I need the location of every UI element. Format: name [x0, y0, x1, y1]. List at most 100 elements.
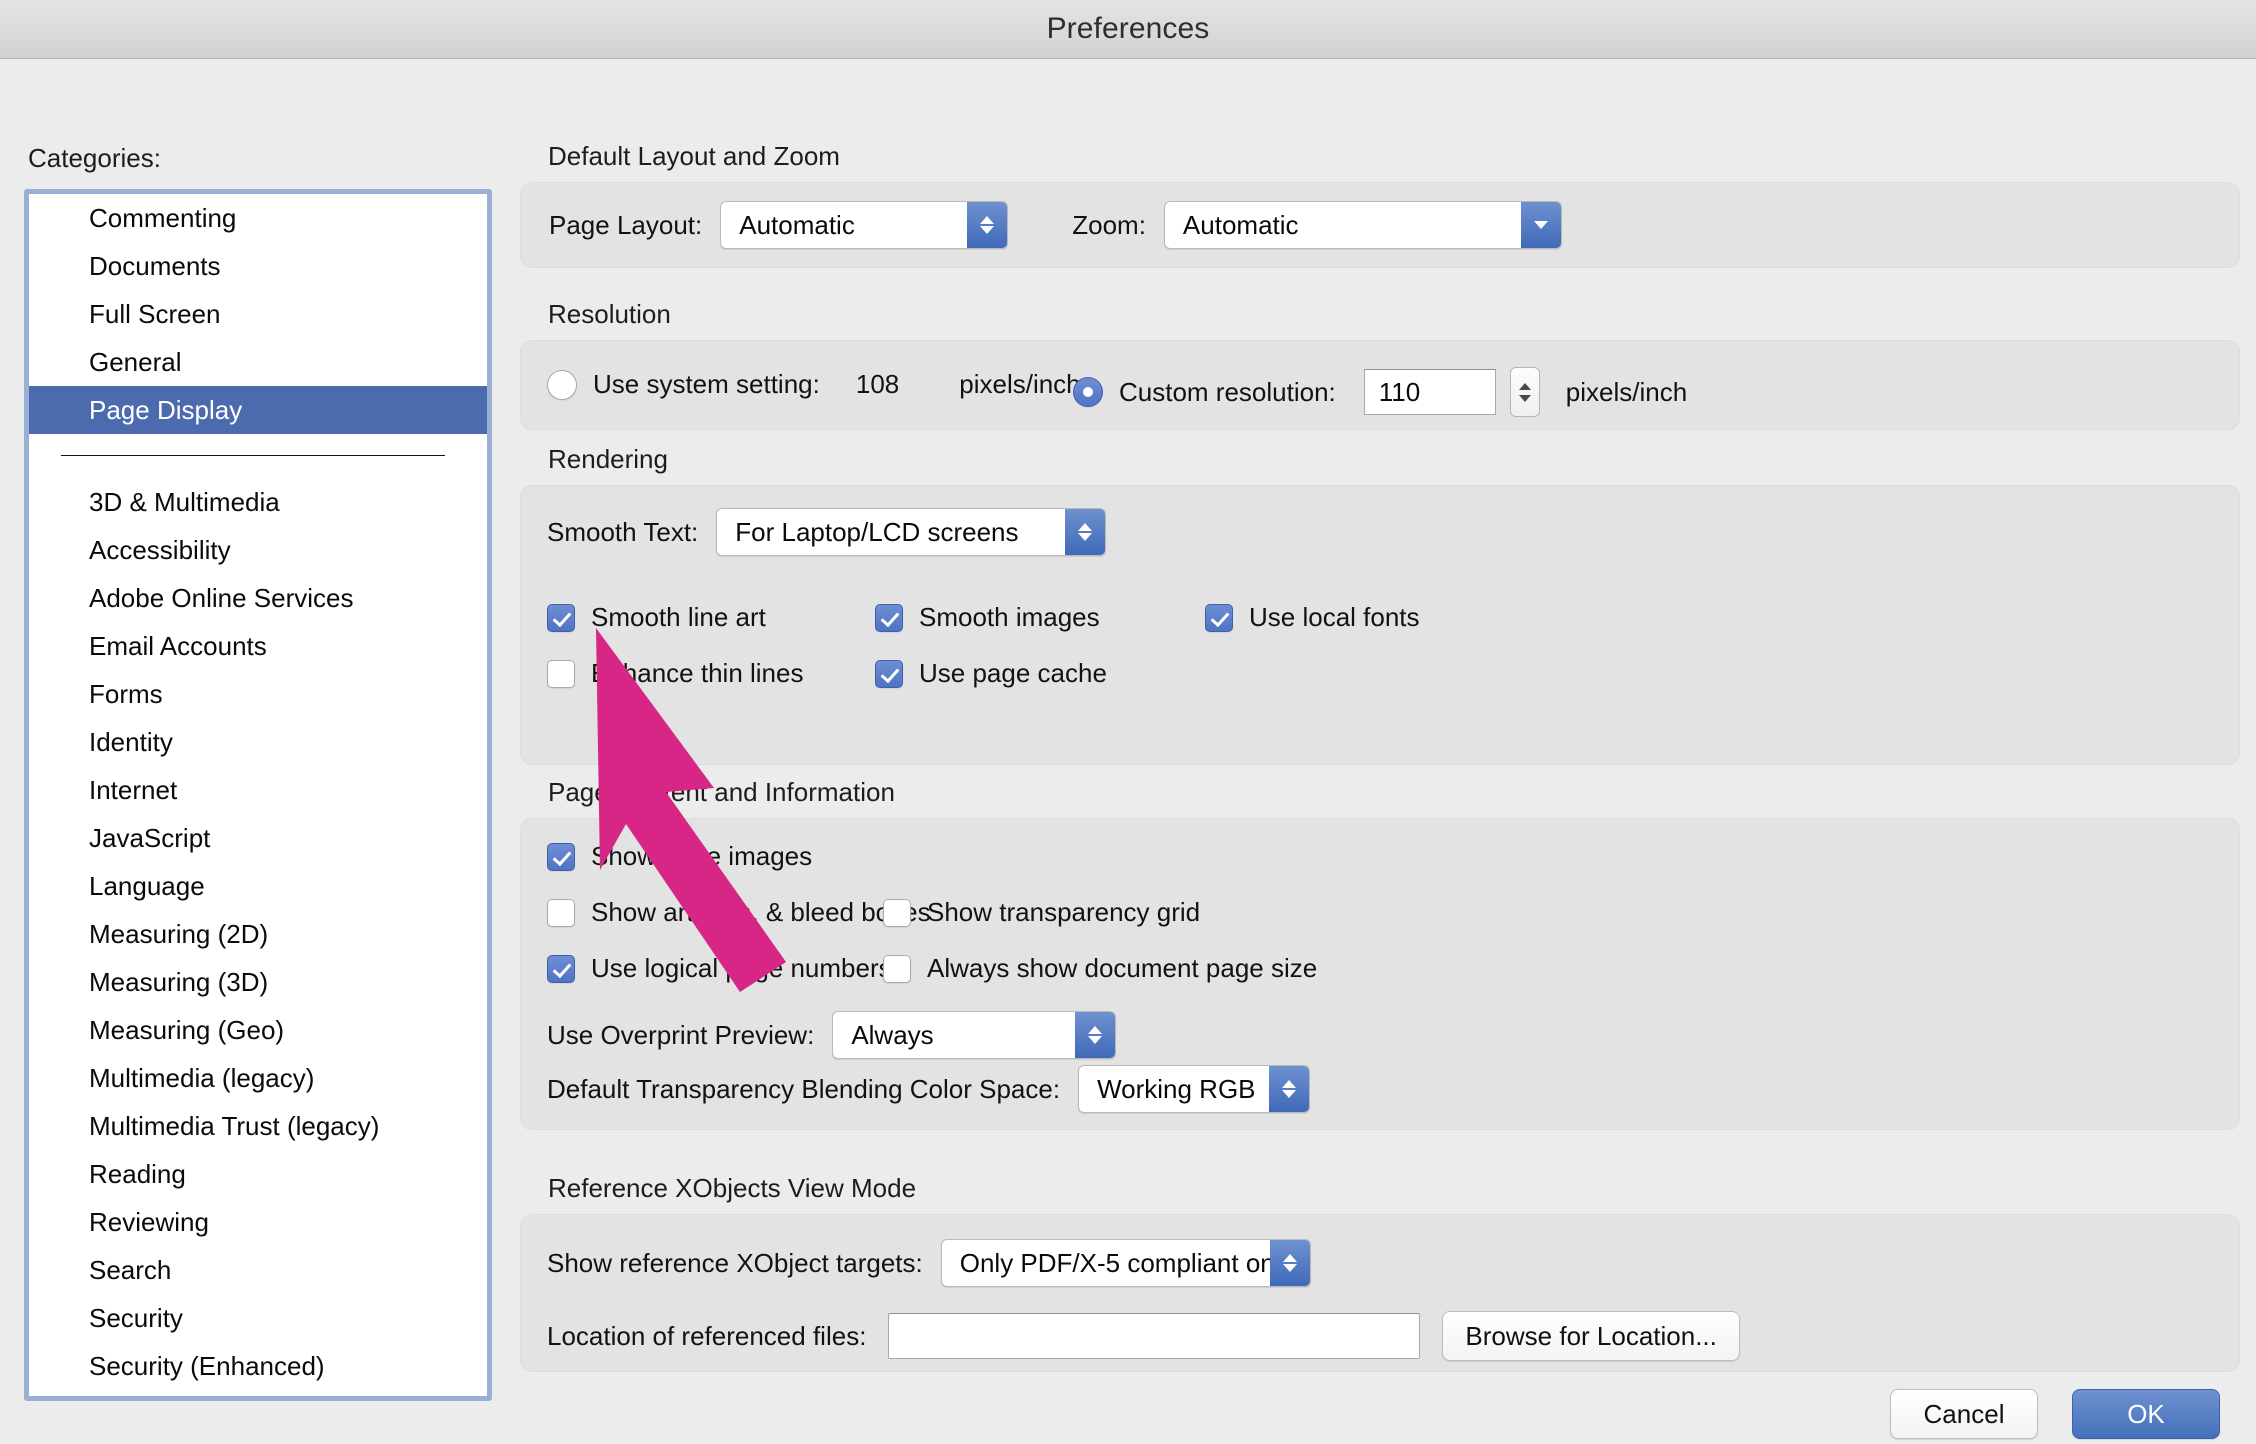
categories-label: Categories: [28, 143, 161, 173]
section-xobjects: Reference XObjects View Mode Show refere… [520, 1173, 2240, 1372]
radio-use-system-setting[interactable] [547, 369, 577, 400]
custom-resolution-input[interactable]: 110 [1363, 369, 1496, 415]
checkbox-label: Show large images [591, 841, 813, 871]
dialog-footer: Cancel OK [1890, 1389, 2220, 1439]
page-content-title: Page Content and Information [548, 777, 895, 807]
referenced-files-location-input[interactable] [888, 1313, 1421, 1359]
sidebar-item-forms[interactable]: Forms [29, 670, 487, 718]
zoom-label: Zoom: [1072, 209, 1146, 240]
sidebar-item-reading[interactable]: Reading [29, 1150, 487, 1198]
section-resolution: Resolution Use system setting: 108 pixel… [520, 299, 2240, 430]
checkbox-box [1205, 603, 1233, 632]
radio-custom-resolution[interactable] [1073, 377, 1103, 407]
section-rendering: Rendering Smooth Text: For Laptop/LCD sc… [520, 444, 2240, 765]
system-setting-units: pixels/inch [959, 369, 1081, 399]
sidebar-item-security-enhanced[interactable]: Security (Enhanced) [29, 1342, 487, 1390]
blending-colorspace-value: Working RGB [1097, 1073, 1256, 1104]
checkbox-show-large-images[interactable]: Show large images [547, 841, 812, 872]
checkbox-label: Enhance thin lines [591, 658, 804, 688]
sidebar-item-adobe-online-services[interactable]: Adobe Online Services [29, 574, 487, 622]
checkbox-use-logical-page-numbers[interactable]: Use logical page numbers [547, 953, 892, 984]
zoom-dropdown[interactable]: Automatic [1163, 201, 1562, 249]
page-layout-stepper-icon [967, 202, 1008, 248]
ok-button[interactable]: OK [2072, 1389, 2220, 1439]
page-layout-dropdown[interactable]: Automatic [720, 201, 1009, 249]
blending-colorspace-dropdown[interactable]: Working RGB [1078, 1065, 1311, 1113]
sidebar-item-multimedia-trust-legacy[interactable]: Multimedia Trust (legacy) [29, 1102, 487, 1150]
smooth-text-stepper-icon [1065, 509, 1106, 555]
section-page-content: Page Content and Information Show large … [520, 777, 2240, 1130]
checkbox-smooth-line-art[interactable]: Smooth line art [547, 602, 766, 633]
sidebar-item-javascript[interactable]: JavaScript [29, 814, 487, 862]
checkbox-label: Use logical page numbers [591, 953, 892, 983]
layout-zoom-title: Default Layout and Zoom [548, 141, 840, 171]
custom-resolution-label: Custom resolution: [1119, 376, 1336, 407]
checkbox-box [875, 603, 903, 632]
checkbox-box [883, 954, 911, 983]
settings-pane: Default Layout and Zoom Page Layout: Aut… [520, 59, 2240, 1444]
rendering-title: Rendering [548, 444, 668, 474]
checkbox-box [547, 603, 575, 632]
page-layout-value: Automatic [739, 209, 855, 240]
window-title: Preferences [1046, 12, 1210, 45]
referenced-files-location-label: Location of referenced files: [547, 1320, 867, 1351]
sidebar-item-security[interactable]: Security [29, 1294, 487, 1342]
xobject-targets-label: Show reference XObject targets: [547, 1247, 923, 1278]
sidebar-item-multimedia-legacy[interactable]: Multimedia (legacy) [29, 1054, 487, 1102]
checkbox-always-show-page-size[interactable]: Always show document page size [883, 953, 1317, 984]
xobject-targets-stepper-icon [1269, 1240, 1310, 1286]
checkbox-enhance-thin-lines[interactable]: Enhance thin lines [547, 658, 803, 689]
smooth-text-label: Smooth Text: [547, 516, 699, 547]
checkbox-use-page-cache[interactable]: Use page cache [875, 658, 1107, 689]
sidebar-item-measuring-3d[interactable]: Measuring (3D) [29, 958, 487, 1006]
page-content-groupbox: Show large images Show art, trim, & blee… [520, 818, 2240, 1130]
sidebar-item-page-display[interactable]: Page Display [29, 386, 487, 434]
resolution-title: Resolution [548, 299, 671, 329]
sidebar-item-general[interactable]: General [29, 338, 487, 386]
chevron-down-icon [1520, 202, 1561, 248]
custom-resolution-stepper[interactable] [1509, 367, 1540, 417]
dialog-body: Categories: Commenting Documents Full Scre… [0, 59, 2256, 1444]
checkbox-label: Smooth images [919, 602, 1100, 632]
sidebar-separator [61, 455, 445, 456]
sidebar-item-measuring-2d[interactable]: Measuring (2D) [29, 910, 487, 958]
rendering-groupbox: Smooth Text: For Laptop/LCD screens Smoo… [520, 485, 2240, 765]
checkbox-box [883, 898, 911, 927]
xobjects-title: Reference XObjects View Mode [548, 1173, 917, 1203]
sidebar-item-commenting[interactable]: Commenting [29, 194, 487, 242]
sidebar-item-documents[interactable]: Documents [29, 242, 487, 290]
section-layout-zoom: Default Layout and Zoom Page Layout: Aut… [520, 141, 2240, 268]
checkbox-label: Use page cache [919, 658, 1107, 688]
sidebar-item-accessibility[interactable]: Accessibility [29, 526, 487, 574]
checkbox-label: Use local fonts [1249, 602, 1420, 632]
layout-zoom-groupbox: Page Layout: Automatic Zoom: Automatic [520, 182, 2240, 268]
smooth-text-dropdown[interactable]: For Laptop/LCD screens [716, 508, 1107, 556]
page-layout-label: Page Layout: [549, 209, 703, 240]
sidebar-item-3d-multimedia[interactable]: 3D & Multimedia [29, 478, 487, 526]
custom-resolution-units: pixels/inch [1565, 376, 1688, 407]
checkbox-label: Always show document page size [927, 953, 1318, 983]
xobject-targets-dropdown[interactable]: Only PDF/X-5 compliant ones [940, 1239, 1311, 1287]
sidebar-item-full-screen[interactable]: Full Screen [29, 290, 487, 338]
checkbox-show-transparency-grid[interactable]: Show transparency grid [883, 897, 1200, 928]
xobjects-groupbox: Show reference XObject targets: Only PDF… [520, 1214, 2240, 1372]
overprint-preview-label: Use Overprint Preview: [547, 1019, 815, 1050]
overprint-preview-dropdown[interactable]: Always [832, 1011, 1117, 1059]
sidebar-item-internet[interactable]: Internet [29, 766, 487, 814]
sidebar-item-identity[interactable]: Identity [29, 718, 487, 766]
categories-list[interactable]: Commenting Documents Full Screen General Pag… [24, 189, 492, 1401]
overprint-preview-value: Always [851, 1019, 934, 1050]
browse-for-location-button[interactable]: Browse for Location... [1442, 1311, 1740, 1361]
system-setting-label: Use system setting: [593, 369, 820, 399]
sidebar-item-search[interactable]: Search [29, 1246, 487, 1294]
checkbox-show-art-trim-bleed[interactable]: Show art, trim, & bleed boxes [547, 897, 931, 928]
checkbox-smooth-images[interactable]: Smooth images [875, 602, 1100, 633]
sidebar-item-reviewing[interactable]: Reviewing [29, 1198, 487, 1246]
sidebar-item-language[interactable]: Language [29, 862, 487, 910]
blending-colorspace-label: Default Transparency Blending Color Spac… [547, 1073, 1061, 1104]
cancel-button[interactable]: Cancel [1890, 1389, 2038, 1439]
checkbox-use-local-fonts[interactable]: Use local fonts [1205, 602, 1420, 633]
sidebar-item-email-accounts[interactable]: Email Accounts [29, 622, 487, 670]
sidebar-item-measuring-geo[interactable]: Measuring (Geo) [29, 1006, 487, 1054]
checkbox-box [547, 898, 575, 927]
